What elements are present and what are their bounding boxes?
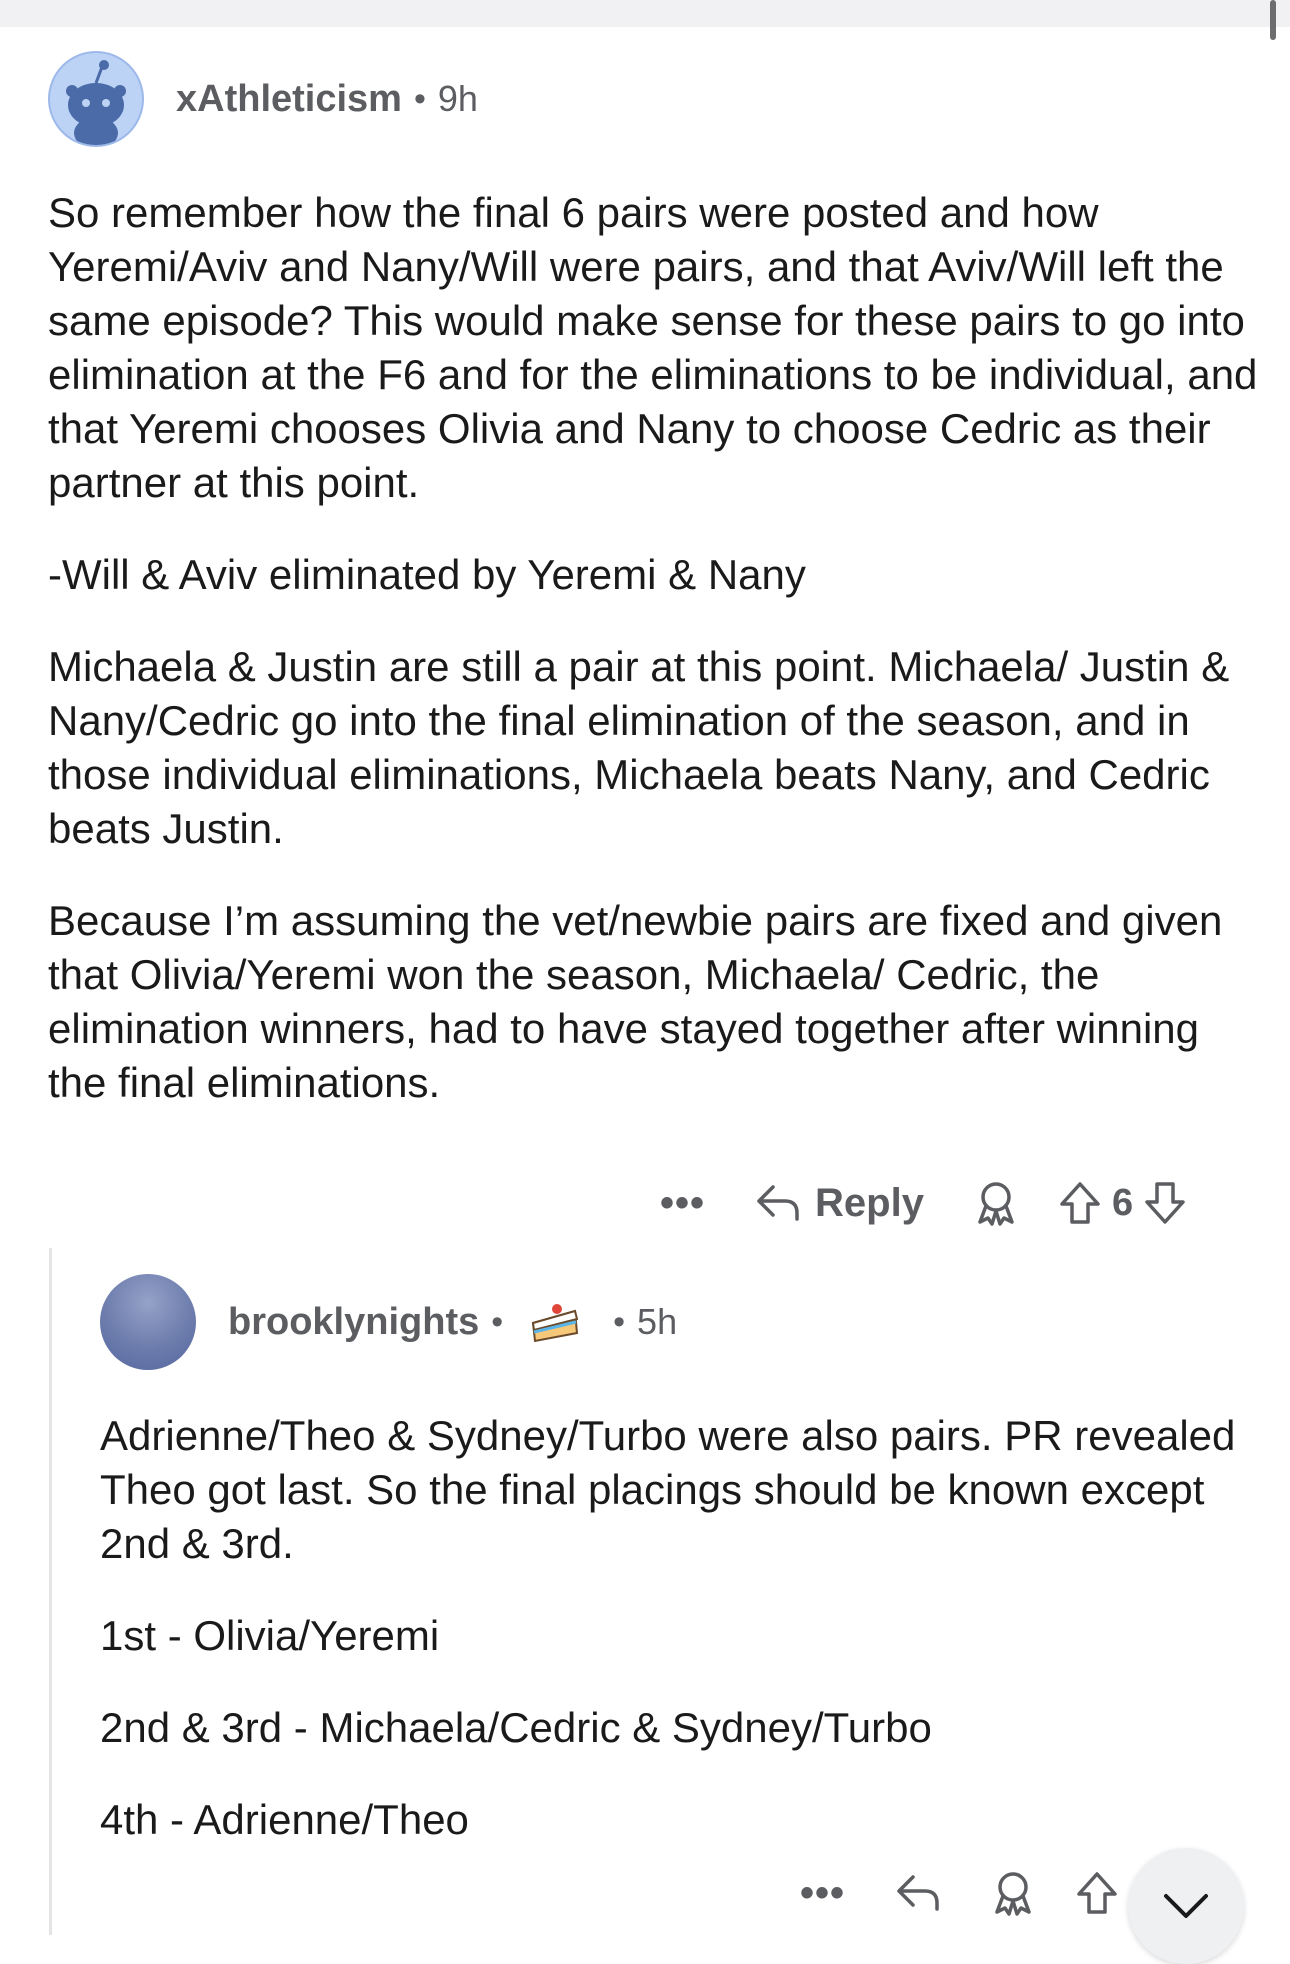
- comment-paragraph: Because I’m assuming the vet/newbie pair…: [48, 897, 1223, 1106]
- upvote-arrow-icon: [1060, 1182, 1100, 1224]
- avatar[interactable]: [48, 51, 144, 147]
- comment-actions: •••: [800, 1858, 1119, 1928]
- upvote-arrow-icon: [1077, 1872, 1117, 1914]
- comment-age: 5h: [637, 1301, 678, 1342]
- comment: xAthleticism • 9h So remember how the fi…: [48, 50, 1258, 1148]
- comment-actions: ••• Reply 6: [660, 1168, 1187, 1238]
- comment-paragraph: 4th - Adrienne/Theo: [100, 1796, 469, 1843]
- comment-header: xAthleticism • 9h: [48, 50, 1258, 148]
- chevron-down-icon: [1164, 1894, 1208, 1918]
- thread-line[interactable]: [49, 1248, 52, 1935]
- username[interactable]: brooklynights: [228, 1301, 479, 1344]
- comment-paragraph: 1st - Olivia/Yeremi: [100, 1612, 440, 1659]
- comment-paragraph: -Will & Aviv eliminated by Yeremi & Nany: [48, 551, 806, 598]
- comment: brooklynights • • 5h Adrienne/Theo & Syd…: [100, 1273, 1260, 1885]
- downvote-button[interactable]: [1143, 1180, 1187, 1226]
- meta-separator: •: [491, 1302, 504, 1341]
- reply-button[interactable]: Reply: [755, 1181, 924, 1226]
- comment-body: Adrienne/Theo & Sydney/Turbo were also p…: [100, 1409, 1260, 1847]
- comment-header: brooklynights • • 5h: [100, 1273, 1260, 1371]
- award-button[interactable]: [974, 1180, 1018, 1226]
- comment-paragraph: So remember how the final 6 pairs were p…: [48, 189, 1258, 506]
- meta-separator: •: [613, 1302, 626, 1341]
- scrollbar-thumb[interactable]: [1270, 0, 1276, 40]
- avatar[interactable]: [100, 1274, 196, 1370]
- upvote-button[interactable]: [1058, 1180, 1102, 1226]
- upvote-button[interactable]: [1075, 1870, 1119, 1916]
- award-icon: [995, 1872, 1031, 1916]
- downvote-arrow-icon: [1145, 1182, 1185, 1224]
- meta-separator: •: [413, 79, 426, 118]
- vote-count: 6: [1111, 1181, 1134, 1224]
- comment-paragraph: Adrienne/Theo & Sydney/Turbo were also p…: [100, 1412, 1236, 1567]
- reply-button[interactable]: [895, 1873, 941, 1913]
- reply-arrow-icon: [897, 1875, 939, 1911]
- award-button[interactable]: [991, 1870, 1035, 1916]
- comment-paragraph: 2nd & 3rd - Michaela/Cedric & Sydney/Tur…: [100, 1704, 932, 1751]
- award-icon: [978, 1182, 1014, 1226]
- reply-label: Reply: [815, 1180, 924, 1225]
- comment-age: 9h: [437, 78, 478, 119]
- snoo-avatar-icon: [66, 60, 126, 145]
- comment-paragraph: Michaela & Justin are still a pair at th…: [48, 643, 1230, 852]
- scroll-down-button[interactable]: [1128, 1848, 1244, 1964]
- reply-arrow-icon: [757, 1185, 799, 1221]
- cake-day-icon: [532, 1304, 579, 1343]
- more-options-button[interactable]: •••: [800, 1873, 845, 1913]
- top-bar: [0, 0, 1290, 27]
- more-options-button[interactable]: •••: [660, 1183, 705, 1223]
- username[interactable]: xAthleticism: [176, 78, 402, 121]
- comment-body: So remember how the final 6 pairs were p…: [48, 186, 1258, 1110]
